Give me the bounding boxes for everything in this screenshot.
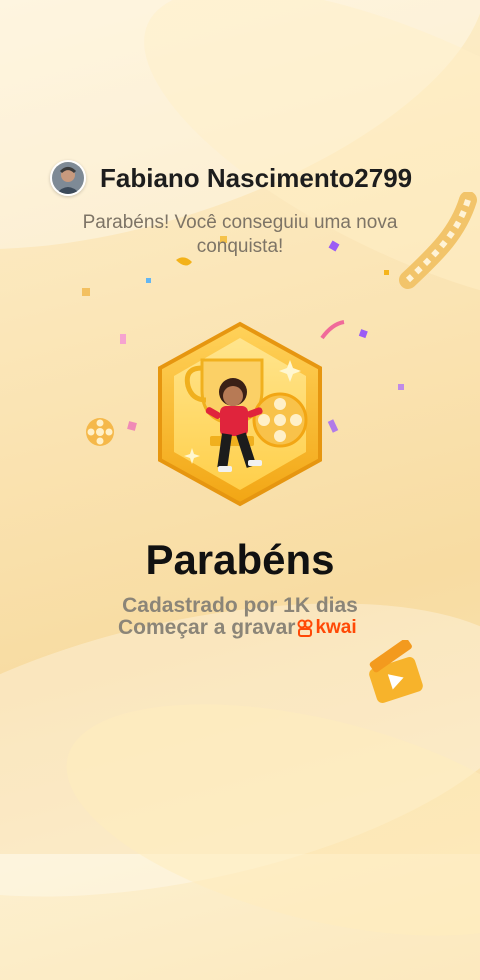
kwai-logo: kwai (297, 617, 357, 639)
start-recording-link[interactable]: Começar a gravar kwai (118, 616, 357, 640)
username: Fabiano Nascimento2799 (100, 162, 413, 193)
badge-hexagon-icon (158, 321, 322, 507)
kwai-logo-icon (297, 619, 313, 637)
achievement-message: Parabéns! Você conseguiu uma nova conqui… (82, 212, 398, 257)
kwai-brand-text: kwai (315, 617, 357, 638)
achievement-description: Cadastrado por 1K dias (122, 594, 358, 617)
film-reel-icon (252, 392, 308, 448)
avatar[interactable] (50, 160, 86, 196)
clapperboard-icon (369, 640, 423, 703)
film-reel-icon (86, 418, 114, 446)
user-header: Fabiano Nascimento2799 (50, 160, 412, 196)
bg-swirl (43, 660, 480, 980)
achievement-title: Parabéns (145, 536, 335, 583)
start-recording-label: Começar a gravar (118, 616, 296, 639)
